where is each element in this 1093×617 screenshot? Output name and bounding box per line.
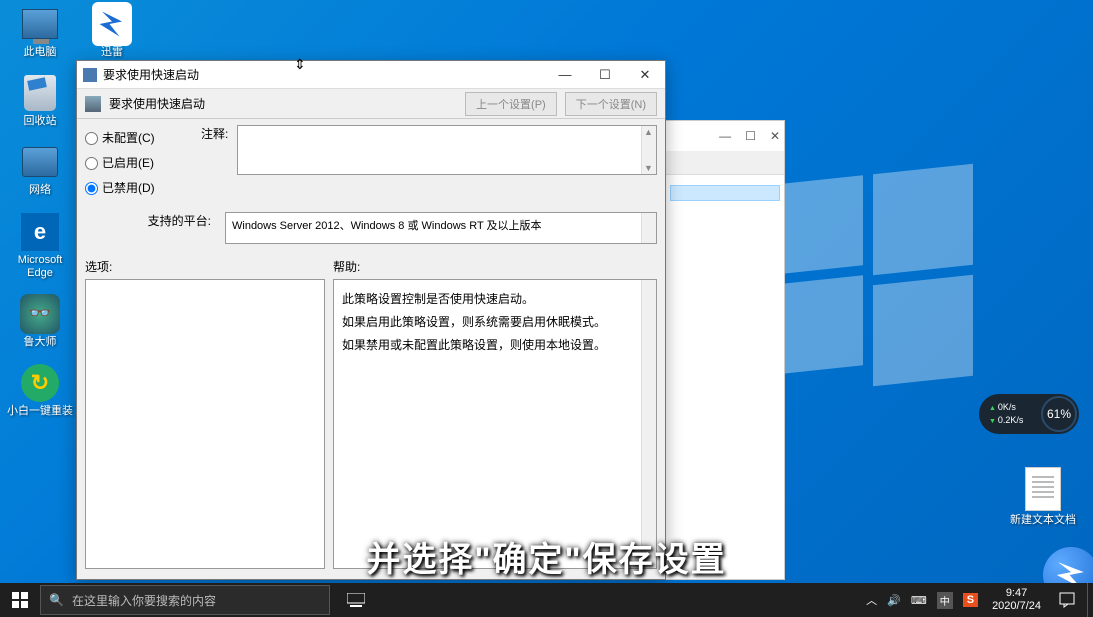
upload-speed: 0K/s <box>989 401 1041 414</box>
search-placeholder: 在这里输入你要搜索的内容 <box>72 592 216 609</box>
network-icon <box>22 147 58 177</box>
scrollbar[interactable] <box>641 126 656 174</box>
desktop-icon-xunlei[interactable]: 迅雷 <box>78 4 146 59</box>
radio-enabled[interactable]: 已启用(E) <box>85 154 191 171</box>
tray-chevron-up-icon[interactable]: ︿ <box>866 592 877 608</box>
icon-label: 新建文本文档 <box>1009 514 1077 527</box>
platform-text: Windows Server 2012、Windows 8 或 Windows … <box>232 220 542 232</box>
dialog-titlebar[interactable]: 要求使用快速启动 — ☐ ✕ <box>77 61 665 89</box>
performance-widget[interactable]: 0K/s 0.2K/s 61% <box>979 394 1079 434</box>
clock-date: 2020/7/24 <box>992 600 1041 613</box>
comment-textarea[interactable] <box>237 125 657 175</box>
maximize-button[interactable]: ☐ <box>585 61 625 89</box>
policy-header-label: 要求使用快速启动 <box>109 95 457 112</box>
start-button[interactable] <box>0 583 40 617</box>
minimize-button[interactable]: — <box>545 61 585 89</box>
dialog-title: 要求使用快速启动 <box>103 66 545 83</box>
bg-close-button[interactable]: ✕ <box>770 129 780 143</box>
ludashi-icon <box>20 294 60 334</box>
tray-ime-indicator[interactable]: 中 <box>937 592 953 609</box>
icon-label: Microsoft Edge <box>6 254 74 280</box>
resize-cursor-icon: ⇕ <box>294 56 306 73</box>
comment-label: 注释: <box>201 125 231 142</box>
desktop-icon-new-text[interactable]: 新建文本文档 <box>1009 466 1077 527</box>
video-caption: 并选择"确定"保存设置 <box>366 532 726 581</box>
icon-label: 此电脑 <box>6 46 74 59</box>
taskbar: 🔍 在这里输入你要搜索的内容 ︿ 🔊 ⌨ 中 S 9:47 2020/7/24 <box>0 583 1093 617</box>
help-line: 如果启用此策略设置，则系统需要启用休眠模式。 <box>342 311 648 334</box>
policy-dialog: 要求使用快速启动 — ☐ ✕ 要求使用快速启动 上一个设置(P) 下一个设置(N… <box>76 60 666 580</box>
bg-toolbar <box>666 151 784 175</box>
icon-label: 回收站 <box>6 115 74 128</box>
close-button[interactable]: ✕ <box>625 61 665 89</box>
memory-percent: 61% <box>1041 396 1077 432</box>
desktop-icon-edge[interactable]: e Microsoft Edge <box>6 212 74 280</box>
policy-icon <box>85 96 101 112</box>
search-icon: 🔍 <box>49 593 64 607</box>
desktop-icon-xiaobai[interactable]: 小白一键重装 <box>6 363 74 418</box>
tray-volume-icon[interactable]: 🔊 <box>887 594 901 607</box>
next-setting-button[interactable]: 下一个设置(N) <box>565 92 657 116</box>
icon-label: 小白一键重装 <box>6 405 74 418</box>
bg-maximize-button[interactable]: ☐ <box>745 129 756 143</box>
scrollbar[interactable] <box>641 280 656 568</box>
help-label: 帮助: <box>333 258 657 275</box>
help-line: 如果禁用或未配置此策略设置，则使用本地设置。 <box>342 334 648 357</box>
options-label: 选项: <box>85 258 333 275</box>
taskbar-search[interactable]: 🔍 在这里输入你要搜索的内容 <box>40 585 330 615</box>
prev-setting-button[interactable]: 上一个设置(P) <box>465 92 557 116</box>
icon-label: 迅雷 <box>78 46 146 59</box>
platform-label: 支持的平台: <box>85 212 215 229</box>
xiaobai-icon <box>21 364 59 402</box>
xunlei-icon <box>92 2 132 46</box>
background-window[interactable]: — ☐ ✕ <box>665 120 785 580</box>
icon-label: 网络 <box>6 184 74 197</box>
tray-sogou-icon[interactable]: S <box>963 593 978 607</box>
config-radio-group: 未配置(C) 已启用(E) 已禁用(D) <box>85 125 191 204</box>
windows-logo-bg <box>773 180 973 380</box>
taskbar-clock[interactable]: 9:47 2020/7/24 <box>986 587 1047 613</box>
net-speed-stats: 0K/s 0.2K/s <box>979 401 1041 427</box>
recycle-bin-icon <box>24 75 56 111</box>
download-speed: 0.2K/s <box>989 414 1041 427</box>
dialog-icon <box>83 68 97 82</box>
text-file-icon <box>1025 467 1061 511</box>
icon-label: 鲁大师 <box>6 336 74 349</box>
tray-keyboard-icon[interactable]: ⌨ <box>911 594 927 607</box>
radio-unconfigured[interactable]: 未配置(C) <box>85 129 191 146</box>
desktop-icon-network[interactable]: 网络 <box>6 142 74 197</box>
task-view-button[interactable] <box>336 583 376 617</box>
bg-minimize-button[interactable]: — <box>719 129 731 143</box>
desktop-icon-recycle-bin[interactable]: 回收站 <box>6 73 74 128</box>
platform-text-box: Windows Server 2012、Windows 8 或 Windows … <box>225 212 657 244</box>
options-panel <box>85 279 325 569</box>
dialog-toolbar: 要求使用快速启动 上一个设置(P) 下一个设置(N) <box>77 89 665 119</box>
system-tray: ︿ 🔊 ⌨ 中 S <box>858 592 986 609</box>
desktop-icon-this-pc[interactable]: 此电脑 <box>6 4 74 59</box>
clock-time: 9:47 <box>992 587 1041 600</box>
bg-selected-item[interactable] <box>670 185 780 201</box>
scrollbar[interactable] <box>641 213 656 243</box>
help-panel: 此策略设置控制是否使用快速启动。 如果启用此策略设置，则系统需要启用休眠模式。 … <box>333 279 657 569</box>
pc-icon <box>22 9 58 39</box>
show-desktop-button[interactable] <box>1087 583 1093 617</box>
action-center-button[interactable] <box>1047 583 1087 617</box>
help-line: 此策略设置控制是否使用快速启动。 <box>342 288 648 311</box>
edge-icon: e <box>21 213 59 251</box>
desktop-icon-ludashi[interactable]: 鲁大师 <box>6 294 74 349</box>
radio-disabled[interactable]: 已禁用(D) <box>85 179 191 196</box>
